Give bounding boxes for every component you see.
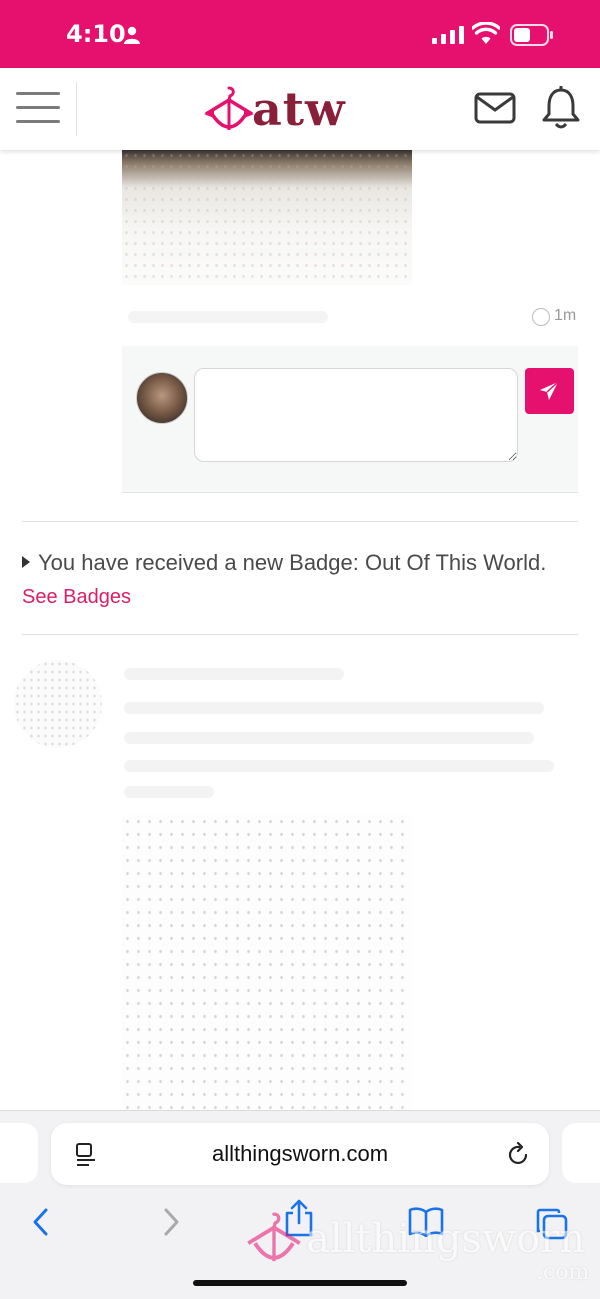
next-tab-preview[interactable]	[562, 1123, 600, 1183]
battery-icon	[510, 24, 553, 46]
reload-icon[interactable]	[507, 1141, 531, 1167]
status-time: 4:10	[66, 20, 126, 48]
wifi-icon	[472, 22, 500, 44]
post-photo[interactable]	[122, 150, 412, 285]
status-bar: 4:10	[0, 0, 600, 68]
site-header: atw	[0, 68, 600, 150]
back-icon[interactable]	[30, 1207, 52, 1237]
home-indicator[interactable]	[193, 1280, 407, 1286]
comment-box	[122, 346, 578, 493]
avatar[interactable]	[14, 660, 102, 748]
tabs-icon[interactable]	[535, 1207, 569, 1241]
person-icon	[124, 26, 140, 44]
hanger-bow-logo-icon	[204, 86, 254, 130]
share-icon[interactable]	[284, 1199, 314, 1237]
caret-right-icon	[22, 556, 30, 568]
post-meta: 1m	[122, 305, 578, 331]
url-text: allthingsworn.com	[211, 1141, 389, 1166]
faded-text-line	[124, 668, 344, 680]
send-comment-button[interactable]	[525, 368, 574, 414]
faded-text-line	[124, 702, 544, 714]
badge-notification: You have received a new Badge: Out Of Th…	[22, 546, 562, 614]
mail-icon[interactable]	[474, 92, 516, 124]
see-badges-link[interactable]: See Badges	[22, 586, 131, 608]
post-photo[interactable]	[122, 815, 412, 1110]
forward-icon[interactable]	[160, 1207, 182, 1237]
divider	[22, 634, 578, 635]
post-actions-faded	[128, 311, 328, 323]
bell-icon[interactable]	[542, 86, 580, 130]
cellular-signal-icon	[432, 26, 464, 44]
hamburger-menu-icon[interactable]	[16, 92, 60, 126]
post-time-ago: 1m	[554, 307, 577, 324]
bookmarks-icon[interactable]	[408, 1207, 444, 1237]
header-divider	[76, 82, 77, 136]
logo-text: atw	[252, 82, 346, 136]
comment-input[interactable]	[194, 368, 518, 462]
faded-text-line	[124, 786, 214, 798]
divider	[22, 521, 578, 522]
badge-notification-text: You have received a new Badge: Out Of Th…	[38, 550, 547, 575]
browser-toolbar: allthingsworn.com	[0, 1110, 600, 1299]
previous-tab-preview[interactable]	[0, 1123, 38, 1183]
avatar[interactable]	[136, 372, 188, 424]
faded-text-line	[124, 732, 534, 744]
address-bar[interactable]: allthingsworn.com	[51, 1123, 549, 1185]
clock-icon	[532, 308, 550, 326]
paper-plane-icon	[540, 381, 559, 400]
faded-text-line	[124, 760, 554, 772]
